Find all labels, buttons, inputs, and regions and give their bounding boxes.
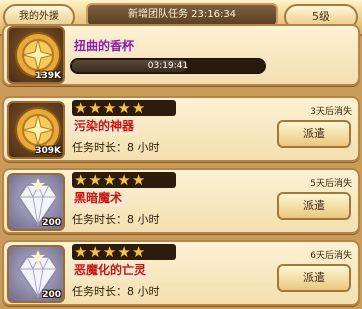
mission-name: 污染的神器 xyxy=(70,118,139,135)
star-filled-icon: ★ xyxy=(88,171,103,189)
star-rating: ★★★★★ xyxy=(72,100,176,116)
star-filled-icon: ★ xyxy=(131,99,147,117)
reward-amount: 309K xyxy=(35,146,61,156)
star-filled-icon: ★ xyxy=(88,243,103,261)
dispatch-button[interactable]: 派遣 xyxy=(277,192,351,220)
reward-amount: 200 xyxy=(42,290,61,300)
dispatch-button[interactable]: 派遣 xyxy=(277,264,351,292)
star-filled-icon: ★ xyxy=(117,171,132,189)
white-diamond-icon: 200 xyxy=(7,173,65,231)
mission-duration: 任务时长：8 小时 xyxy=(72,141,160,154)
expiry-text: 3天后消失 xyxy=(310,107,352,117)
mission-name: 黑暗魔术 xyxy=(70,190,127,207)
mission-timer: 03:19:41 xyxy=(147,61,189,71)
star-filled-icon: ★ xyxy=(131,243,147,261)
mission-name: 恶魔化的亡灵 xyxy=(70,262,151,279)
reward-amount: 139K xyxy=(35,71,61,81)
expiry-text: 5天后消失 xyxy=(310,179,352,189)
star-filled-icon: ★ xyxy=(74,99,89,117)
star-filled-icon: ★ xyxy=(131,171,147,189)
gold-coin-compass-icon: 309K xyxy=(7,101,65,159)
star-filled-icon: ★ xyxy=(88,99,103,117)
star-rating: ★★★★★ xyxy=(72,244,176,260)
star-filled-icon: ★ xyxy=(117,99,132,117)
mission-card: 139K 扭曲的香杯 03:19:41 xyxy=(2,24,360,86)
dispatch-button[interactable]: 派遣 xyxy=(277,120,351,148)
expiry-text: 6天后消失 xyxy=(310,251,352,261)
star-rating: ★★★★★ xyxy=(72,172,176,188)
star-filled-icon: ★ xyxy=(74,171,89,189)
mission-card: 200 ★★★★★ 黑暗魔术 任务时长：8 小时 5天后消失 派遣 xyxy=(2,168,360,234)
mission-duration: 任务时长：8 小时 xyxy=(72,285,160,298)
gold-coin-compass-icon: 139K xyxy=(7,26,65,84)
reward-amount: 200 xyxy=(42,218,61,228)
mission-progress-bar: 03:19:41 xyxy=(70,58,266,74)
star-filled-icon: ★ xyxy=(117,243,132,261)
mission-name: 扭曲的香杯 xyxy=(70,38,139,55)
star-filled-icon: ★ xyxy=(74,243,89,261)
mission-card: 309K ★★★★★ 污染的神器 任务时长：8 小时 3天后消失 派遣 xyxy=(2,96,360,162)
star-filled-icon: ★ xyxy=(102,99,118,117)
star-filled-icon: ★ xyxy=(102,171,118,189)
star-filled-icon: ★ xyxy=(102,243,118,261)
mission-list[interactable]: 139K 扭曲的香杯 03:19:41 309K ★★★★★ 污染的神器 任务时… xyxy=(0,24,362,309)
white-diamond-icon: 200 xyxy=(7,245,65,303)
mission-card: 200 ★★★★★ 恶魔化的亡灵 任务时长：8 小时 6天后消失 派遣 xyxy=(2,240,360,306)
mission-duration: 任务时长：8 小时 xyxy=(72,213,160,226)
